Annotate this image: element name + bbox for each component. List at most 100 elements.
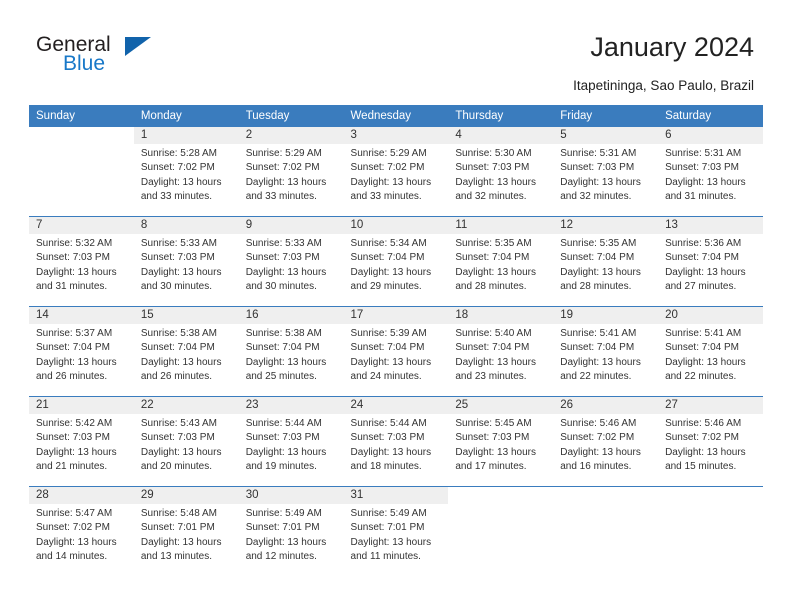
day-number-13[interactable]: 13 <box>658 217 763 234</box>
day-detail-14: Sunrise: 5:37 AM Sunset: 7:04 PM Dayligh… <box>29 324 134 396</box>
day-number-26[interactable]: 26 <box>553 397 659 414</box>
day-number-6[interactable]: 6 <box>658 127 763 144</box>
daylight-text-line2: and 33 minutes. <box>350 191 422 203</box>
day-detail-10: Sunrise: 5:34 AM Sunset: 7:04 PM Dayligh… <box>343 234 449 306</box>
daylight-text-line2: and 14 minutes. <box>36 551 108 563</box>
day-number-28[interactable]: 28 <box>29 487 134 504</box>
day-detail-18: Sunrise: 5:40 AM Sunset: 7:04 PM Dayligh… <box>448 324 554 396</box>
daylight-text-line1: Daylight: 13 hours <box>245 356 327 368</box>
day-number-20[interactable]: 20 <box>658 307 763 324</box>
sunrise-text: Sunrise: 5:31 AM <box>665 148 742 159</box>
daylight-text-line1: Daylight: 13 hours <box>455 446 536 458</box>
sunset-text: Sunset: 7:02 PM <box>245 162 320 174</box>
day-detail-9: Sunrise: 5:33 AM Sunset: 7:03 PM Dayligh… <box>238 234 344 306</box>
sunrise-text: Sunrise: 5:46 AM <box>560 418 637 429</box>
day-detail-13: Sunrise: 5:36 AM Sunset: 7:04 PM Dayligh… <box>658 234 763 306</box>
day-number-14[interactable]: 14 <box>29 307 134 324</box>
weekday-header-friday: Friday <box>553 105 659 127</box>
day-number-1[interactable]: 1 <box>133 127 239 144</box>
sunrise-text: Sunrise: 5:46 AM <box>665 418 742 429</box>
day-number-10[interactable]: 10 <box>343 217 449 234</box>
day-number-12[interactable]: 12 <box>553 217 659 234</box>
sunset-text: Sunset: 7:04 PM <box>350 252 425 264</box>
day-detail-17: Sunrise: 5:39 AM Sunset: 7:04 PM Dayligh… <box>343 324 449 396</box>
sunrise-text: Sunrise: 5:44 AM <box>350 418 427 429</box>
day-number-3[interactable]: 3 <box>343 127 449 144</box>
daylight-text-line2: and 19 minutes. <box>245 461 317 473</box>
day-number-16[interactable]: 16 <box>238 307 344 324</box>
day-number-7[interactable]: 7 <box>29 217 134 234</box>
sunset-text: Sunset: 7:04 PM <box>455 342 530 354</box>
daylight-text-line1: Daylight: 13 hours <box>455 176 536 188</box>
day-detail-6: Sunrise: 5:31 AM Sunset: 7:03 PM Dayligh… <box>658 144 763 216</box>
daylight-text-line1: Daylight: 13 hours <box>350 356 432 368</box>
sunset-text: Sunset: 7:02 PM <box>350 162 425 174</box>
day-number-21[interactable]: 21 <box>29 397 134 414</box>
calendar-body: 1 2 3 4 5 6 Sunrise: 5:28 AM Sunset: 7:0… <box>29 127 763 576</box>
day-number-30[interactable]: 30 <box>238 487 344 504</box>
day-number-24[interactable]: 24 <box>343 397 449 414</box>
day-cell-empty <box>448 487 554 504</box>
day-number-18[interactable]: 18 <box>448 307 554 324</box>
weekday-header-thursday: Thursday <box>448 105 554 127</box>
day-detail-30: Sunrise: 5:49 AM Sunset: 7:01 PM Dayligh… <box>238 504 344 576</box>
daylight-text-line2: and 21 minutes. <box>36 461 108 473</box>
day-number-4[interactable]: 4 <box>448 127 554 144</box>
day-number-19[interactable]: 19 <box>553 307 659 324</box>
week-1-daynumbers: 1 2 3 4 5 6 <box>29 127 763 144</box>
sunrise-text: Sunrise: 5:40 AM <box>455 328 532 339</box>
week-2-details: Sunrise: 5:32 AM Sunset: 7:03 PM Dayligh… <box>29 234 763 306</box>
sunrise-text: Sunrise: 5:31 AM <box>560 148 637 159</box>
day-cell-empty <box>658 487 763 504</box>
daylight-text-line2: and 28 minutes. <box>560 281 632 293</box>
daylight-text-line2: and 13 minutes. <box>140 551 213 563</box>
sunset-text: Sunset: 7:03 PM <box>455 162 530 174</box>
daylight-text-line2: and 23 minutes. <box>455 371 527 383</box>
day-number-29[interactable]: 29 <box>133 487 239 504</box>
daylight-text-line2: and 11 minutes. <box>350 551 421 563</box>
day-number-23[interactable]: 23 <box>238 397 344 414</box>
daylight-text-line1: Daylight: 13 hours <box>350 536 432 548</box>
weekday-header-tuesday: Tuesday <box>238 105 344 127</box>
sunrise-text: Sunrise: 5:29 AM <box>245 148 322 159</box>
sunrise-text: Sunrise: 5:41 AM <box>560 328 637 339</box>
day-number-22[interactable]: 22 <box>133 397 239 414</box>
day-number-2[interactable]: 2 <box>238 127 344 144</box>
daylight-text-line1: Daylight: 13 hours <box>665 356 746 368</box>
sunrise-text: Sunrise: 5:28 AM <box>140 148 217 159</box>
sunset-text: Sunset: 7:04 PM <box>36 342 110 354</box>
day-detail-2: Sunrise: 5:29 AM Sunset: 7:02 PM Dayligh… <box>238 144 344 216</box>
sunrise-text: Sunrise: 5:34 AM <box>350 238 427 249</box>
sunset-text: Sunset: 7:04 PM <box>665 342 739 354</box>
page-header: General Blue January 2024 Itapetininga, … <box>0 0 792 96</box>
sunrise-text: Sunrise: 5:49 AM <box>245 508 322 519</box>
week-5-details: Sunrise: 5:47 AM Sunset: 7:02 PM Dayligh… <box>29 504 763 576</box>
day-number-31[interactable]: 31 <box>343 487 449 504</box>
day-number-5[interactable]: 5 <box>553 127 659 144</box>
day-detail-31: Sunrise: 5:49 AM Sunset: 7:01 PM Dayligh… <box>343 504 449 576</box>
daylight-text-line1: Daylight: 13 hours <box>140 266 222 278</box>
daylight-text-line1: Daylight: 13 hours <box>245 446 327 458</box>
daylight-text-line1: Daylight: 13 hours <box>140 536 222 548</box>
day-number-8[interactable]: 8 <box>133 217 239 234</box>
sunset-text: Sunset: 7:03 PM <box>140 432 215 444</box>
day-number-17[interactable]: 17 <box>343 307 449 324</box>
sunrise-text: Sunrise: 5:30 AM <box>455 148 532 159</box>
daylight-text-line1: Daylight: 13 hours <box>245 266 327 278</box>
sunset-text: Sunset: 7:04 PM <box>665 252 739 264</box>
daylight-text-line2: and 33 minutes. <box>245 191 317 203</box>
day-number-27[interactable]: 27 <box>658 397 763 414</box>
sunrise-text: Sunrise: 5:43 AM <box>140 418 217 429</box>
general-blue-logo[interactable]: General Blue <box>36 33 236 81</box>
daylight-text-line2: and 33 minutes. <box>140 191 213 203</box>
day-number-25[interactable]: 25 <box>448 397 554 414</box>
day-number-11[interactable]: 11 <box>448 217 554 234</box>
day-detail-empty <box>658 504 763 576</box>
daylight-text-line1: Daylight: 13 hours <box>560 266 641 278</box>
day-detail-27: Sunrise: 5:46 AM Sunset: 7:02 PM Dayligh… <box>658 414 763 486</box>
day-number-9[interactable]: 9 <box>238 217 344 234</box>
sunrise-text: Sunrise: 5:35 AM <box>455 238 532 249</box>
sunset-text: Sunset: 7:01 PM <box>140 522 215 534</box>
day-number-15[interactable]: 15 <box>133 307 239 324</box>
day-detail-5: Sunrise: 5:31 AM Sunset: 7:03 PM Dayligh… <box>553 144 659 216</box>
